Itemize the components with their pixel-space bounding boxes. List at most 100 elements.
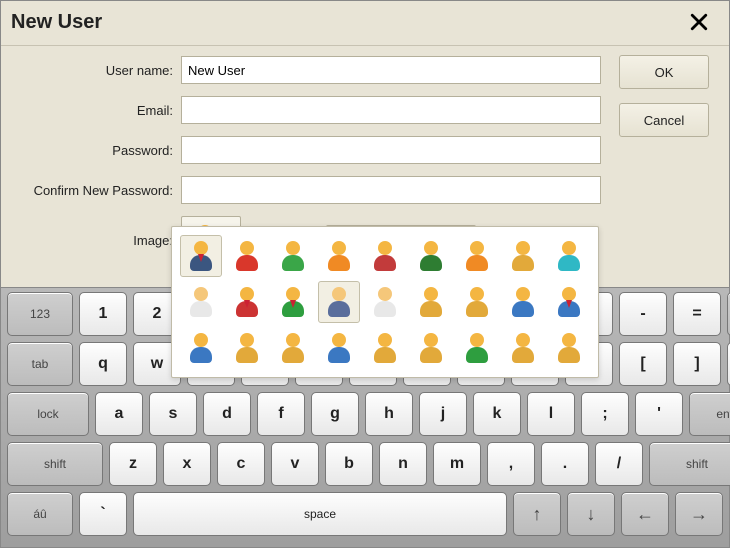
avatar-laptop-blue[interactable] <box>180 327 222 369</box>
person-icon <box>464 333 490 363</box>
password-input[interactable] <box>181 136 601 164</box>
key-shift-left[interactable]: shift <box>7 442 103 486</box>
avatar-officer-green[interactable] <box>410 235 452 277</box>
key-space[interactable]: space <box>133 492 507 536</box>
key-,[interactable]: , <box>487 442 535 486</box>
avatar-megaphone-red[interactable] <box>226 235 268 277</box>
key-n[interactable]: n <box>379 442 427 486</box>
key-h[interactable]: h <box>365 392 413 436</box>
avatar-man-gold[interactable] <box>410 281 452 323</box>
avatar-talk-gold[interactable] <box>364 327 406 369</box>
key-d[interactable]: d <box>203 392 251 436</box>
person-icon <box>188 241 214 271</box>
password-label: Password: <box>21 143 181 158</box>
avatar-businessman-orange[interactable] <box>180 235 222 277</box>
key-;[interactable]: ; <box>581 392 629 436</box>
avatar-chat-gold[interactable] <box>456 281 498 323</box>
key-k[interactable]: k <box>473 392 521 436</box>
key-x[interactable]: x <box>163 442 211 486</box>
person-icon <box>556 241 582 271</box>
avatar-star-gold[interactable] <box>548 327 590 369</box>
person-icon <box>464 287 490 317</box>
avatar-cap-blue[interactable] <box>318 281 360 323</box>
key-numtoggle[interactable]: 123 <box>7 292 73 336</box>
key-v[interactable]: v <box>271 442 319 486</box>
person-icon <box>510 287 536 317</box>
avatar-search-blue[interactable] <box>318 327 360 369</box>
avatar-doctor-white[interactable] <box>180 281 222 323</box>
close-button[interactable] <box>679 7 719 37</box>
person-icon <box>510 333 536 363</box>
person-icon <box>418 287 444 317</box>
confirm-password-input[interactable] <box>181 176 601 204</box>
avatar-money-green[interactable] <box>456 327 498 369</box>
key-a[interactable]: a <box>95 392 143 436</box>
person-icon <box>188 287 214 317</box>
key-lock[interactable]: lock <box>7 392 89 436</box>
avatar-woman-orange[interactable] <box>456 235 498 277</box>
person-icon <box>280 241 306 271</box>
avatar-person-orange[interactable] <box>318 235 360 277</box>
person-icon <box>326 241 352 271</box>
key-=[interactable]: = <box>673 292 721 336</box>
avatar-blue-suit[interactable] <box>548 281 590 323</box>
avatar-key-gold[interactable] <box>272 327 314 369</box>
arrow-up-icon: ↑ <box>533 504 542 525</box>
person-icon <box>464 241 490 271</box>
person-icon <box>326 287 352 317</box>
key-m[interactable]: m <box>433 442 481 486</box>
key-tab[interactable]: tab <box>7 342 73 386</box>
key-j[interactable]: j <box>419 392 467 436</box>
confirm-password-label: Confirm New Password: <box>21 183 181 198</box>
key-q[interactable]: q <box>79 342 127 386</box>
person-icon <box>556 287 582 317</box>
avatar-woman-brown[interactable] <box>364 281 406 323</box>
person-icon <box>510 241 536 271</box>
person-icon <box>372 241 398 271</box>
avatar-plus-green[interactable] <box>502 327 544 369</box>
person-icon <box>280 333 306 363</box>
avatar-woman-red[interactable] <box>364 235 406 277</box>
key-l[interactable]: l <box>527 392 575 436</box>
email-input[interactable] <box>181 96 601 124</box>
key-arrow-right[interactable]: → <box>675 492 723 536</box>
key-g[interactable]: g <box>311 392 359 436</box>
key--[interactable]: - <box>619 292 667 336</box>
person-icon <box>372 333 398 363</box>
key-accent[interactable]: áû <box>7 492 73 536</box>
avatar-simple-gold[interactable] <box>502 235 544 277</box>
key-arrow-left[interactable]: ← <box>621 492 669 536</box>
person-icon <box>326 333 352 363</box>
key-c[interactable]: c <box>217 442 265 486</box>
person-icon <box>234 287 260 317</box>
username-input[interactable] <box>181 56 601 84</box>
key-f[interactable]: f <box>257 392 305 436</box>
avatar-cart-blue[interactable] <box>502 281 544 323</box>
person-icon <box>234 241 260 271</box>
person-icon <box>418 241 444 271</box>
key-shift-right[interactable]: shift <box>649 442 730 486</box>
key-/[interactable]: / <box>595 442 643 486</box>
key-.[interactable]: . <box>541 442 589 486</box>
avatar-red-suit[interactable] <box>226 281 268 323</box>
key-enter[interactable]: enter <box>689 392 730 436</box>
key-arrow-up[interactable]: ↑ <box>513 492 561 536</box>
avatar-phone-green[interactable] <box>272 235 314 277</box>
key-'[interactable]: ' <box>635 392 683 436</box>
key-b[interactable]: b <box>325 442 373 486</box>
key-][interactable]: ] <box>673 342 721 386</box>
key-z[interactable]: z <box>109 442 157 486</box>
close-icon <box>690 13 708 31</box>
avatar-aqua[interactable] <box>548 235 590 277</box>
arrow-down-icon: ↓ <box>587 504 596 525</box>
key-s[interactable]: s <box>149 392 197 436</box>
avatar-picker-popup <box>171 226 599 378</box>
key-1[interactable]: 1 <box>79 292 127 336</box>
key-backtick[interactable]: ` <box>79 492 127 536</box>
avatar-clipboard-gold[interactable] <box>410 327 452 369</box>
email-label: Email: <box>21 103 181 118</box>
avatar-check-green[interactable] <box>226 327 268 369</box>
key-[[interactable]: [ <box>619 342 667 386</box>
avatar-green-suit[interactable] <box>272 281 314 323</box>
key-arrow-down[interactable]: ↓ <box>567 492 615 536</box>
